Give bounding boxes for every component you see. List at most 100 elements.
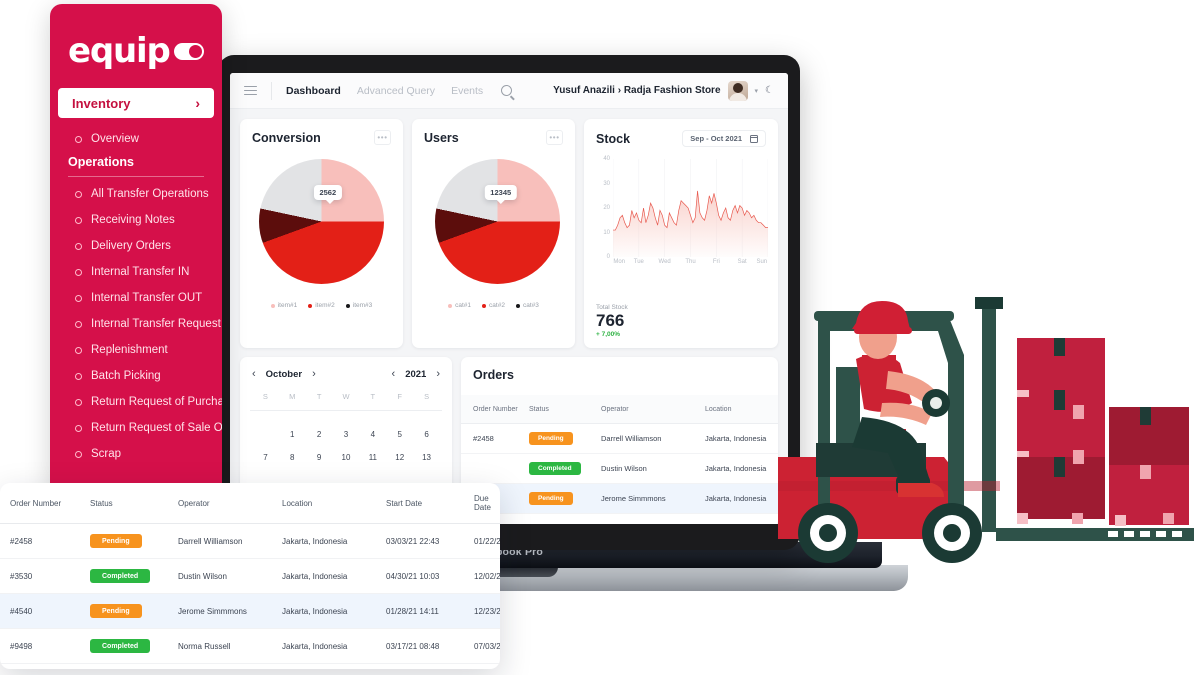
sidebar-item-batch-picking[interactable]: Batch Picking: [50, 363, 222, 389]
table-row[interactable]: Completed Dustin Wilson Jakarta, Indonesia: [461, 453, 778, 484]
calendar-next-year-icon[interactable]: ›: [436, 368, 440, 380]
tab-events[interactable]: Events: [451, 85, 483, 97]
calendar-day[interactable]: 10: [333, 446, 360, 469]
search-icon[interactable]: [501, 85, 513, 96]
orders-table: Order NumberStatusOperatorLocationStart …: [461, 395, 778, 514]
cell-location: Jakarta, Indonesia: [705, 453, 778, 484]
tab-advanced-query[interactable]: Advanced Query: [357, 85, 435, 97]
calendar-day[interactable]: 6: [413, 423, 440, 446]
sidebar-item-inventory[interactable]: Inventory ›: [58, 88, 214, 118]
users-pie: [435, 159, 560, 284]
orders-table-head: Order NumberStatusOperatorLocationStart …: [461, 395, 778, 424]
table-row[interactable]: #3530 Completed Dustin Wilson Jakarta, Indo…: [0, 558, 500, 594]
sidebar-item-label: Internal Transfer IN: [91, 266, 190, 278]
calendar-day[interactable]: 12: [386, 446, 413, 469]
bullet-icon: [75, 294, 82, 302]
stock-total-value: 766: [596, 311, 625, 331]
x-tick-label: Wed: [658, 259, 671, 265]
users-pie-chart: 12345: [431, 159, 560, 284]
conversion-pie: [259, 159, 384, 284]
sidebar-item-scrap[interactable]: Scrap: [50, 441, 222, 467]
cell-operator: Darrell Williamson: [601, 423, 705, 454]
cell-location: Jakarta, Indonesia: [705, 423, 778, 454]
cell-order-number: [461, 453, 529, 484]
sidebar-item-internal-transfer-request[interactable]: Internal Transfer Request: [50, 311, 222, 337]
bullet-icon: [75, 372, 82, 380]
calendar-month-group: ‹ October ›: [252, 368, 316, 380]
cell-start-date: 01/28/21 14:11: [386, 593, 474, 629]
calendar-day[interactable]: 13: [413, 446, 440, 469]
calendar-day[interactable]: 11: [359, 446, 386, 469]
calendar-day[interactable]: 7: [252, 446, 279, 469]
card-conversion-menu-icon[interactable]: •••: [374, 130, 391, 145]
calendar-day[interactable]: 5: [386, 423, 413, 446]
bullet-icon: [75, 450, 82, 458]
app-header: Dashboard Advanced Query Events Yusuf An…: [230, 73, 788, 109]
calendar-day[interactable]: 8: [279, 446, 306, 469]
sidebar-item-overview[interactable]: Overview: [50, 126, 222, 152]
sidebar-item-internal-transfer-in[interactable]: Internal Transfer IN: [50, 259, 222, 285]
stock-area-chart: 0 10 20 30 40 Mon Tue Wed Thu Fri Sat Sun: [594, 156, 769, 271]
table-row[interactable]: #4540 Pending Jerome Simmmons Jakarta, Indo…: [0, 593, 500, 629]
status-badge: Pending: [529, 432, 573, 445]
column-header: Operator: [601, 395, 705, 424]
cell-operator: Regina Bell: [178, 663, 282, 669]
calendar-day[interactable]: 9: [306, 446, 333, 469]
sidebar-item-return-request-of-sale-order[interactable]: Return Request of Sale Order: [50, 415, 222, 441]
boxes-stack: [1017, 338, 1189, 526]
date-range-picker[interactable]: Sep - Oct 2021: [682, 130, 766, 147]
chevron-down-icon[interactable]: ▾: [755, 87, 759, 95]
hamburger-menu-icon[interactable]: [244, 85, 257, 96]
sidebar-item-label: Replenishment: [91, 344, 168, 356]
table-row[interactable]: #2458 Pending Darrell Williamson Jakarta, I…: [461, 423, 778, 454]
cell-status: Completed: [90, 558, 178, 594]
sidebar-item-return-request-of-purchase-order[interactable]: Return Request of Purchase Order: [50, 389, 222, 415]
calendar-year-label: 2021: [405, 368, 427, 380]
brand-logo: equip: [68, 31, 171, 71]
sidebar-item-delivery-orders[interactable]: Delivery Orders: [50, 233, 222, 259]
column-header: Location: [705, 395, 778, 424]
avatar[interactable]: [727, 80, 748, 101]
calendar-day[interactable]: 3: [333, 423, 360, 446]
calendar-day[interactable]: 2: [306, 423, 333, 446]
calendar-prev-month-icon[interactable]: ‹: [252, 368, 256, 380]
card-users-menu-icon[interactable]: •••: [546, 130, 563, 145]
table-row[interactable]: #9498 Completed Norma Russell Jakarta, Indo…: [0, 628, 500, 664]
cell-order-number: #2458: [461, 423, 529, 454]
table-row[interactable]: #2458 Pending Darrell Williamson Jakarta, I…: [0, 523, 500, 559]
calendar-next-month-icon[interactable]: ›: [312, 368, 316, 380]
table-row[interactable]: #5004CanceledRegina BellJakarta, Indones…: [0, 663, 500, 669]
cell-status: Completed: [529, 453, 601, 484]
cell-operator: Dustin Wilson: [178, 558, 282, 594]
cell-operator: Jerome Simmmons: [601, 483, 705, 514]
column-header: Status: [529, 395, 601, 424]
dashboard-body: Conversion ••• 2562 item#1 item#2 item#3: [230, 109, 788, 524]
header-user-area: Yusuf Anazili › Radja Fashion Store ▾ ☾: [553, 80, 774, 101]
moon-icon[interactable]: ☾: [765, 85, 774, 96]
chevron-right-icon: ›: [195, 95, 200, 111]
sidebar-item-receiving-notes[interactable]: Receiving Notes: [50, 207, 222, 233]
calendar-day[interactable]: 4: [359, 423, 386, 446]
card-stock-title: Stock: [596, 131, 631, 146]
header-divider: [271, 81, 272, 100]
y-tick-label: 20: [603, 205, 610, 211]
cell-start-date: 04/30/21 10:03: [386, 558, 474, 594]
tab-dashboard[interactable]: Dashboard: [286, 85, 341, 97]
card-conversion: Conversion ••• 2562 item#1 item#2 item#3: [240, 119, 403, 348]
table-row[interactable]: Pending Jerome Simmmons Jakarta, Indonesia: [461, 483, 778, 514]
bullet-icon: [75, 242, 82, 250]
sidebar-item-internal-transfer-out[interactable]: Internal Transfer OUT: [50, 285, 222, 311]
card-conversion-header: Conversion •••: [240, 119, 403, 145]
conversion-legend: item#1 item#2 item#3: [240, 302, 403, 309]
calendar-day[interactable]: 1: [279, 423, 306, 446]
legend-label: item#1: [277, 302, 298, 309]
calendar-weekday: T: [316, 392, 322, 401]
sidebar-item-label: Internal Transfer OUT: [91, 292, 203, 304]
calendar-prev-year-icon[interactable]: ‹: [392, 368, 396, 380]
status-badge: Pending: [90, 604, 142, 618]
bullet-icon: [75, 216, 82, 224]
sidebar-item-replenishment[interactable]: Replenishment: [50, 337, 222, 363]
dark-mode-toggle[interactable]: [174, 42, 204, 60]
column-header: Status: [90, 483, 178, 524]
sidebar-item-all-transfer-operations[interactable]: All Transfer Operations: [50, 181, 222, 207]
